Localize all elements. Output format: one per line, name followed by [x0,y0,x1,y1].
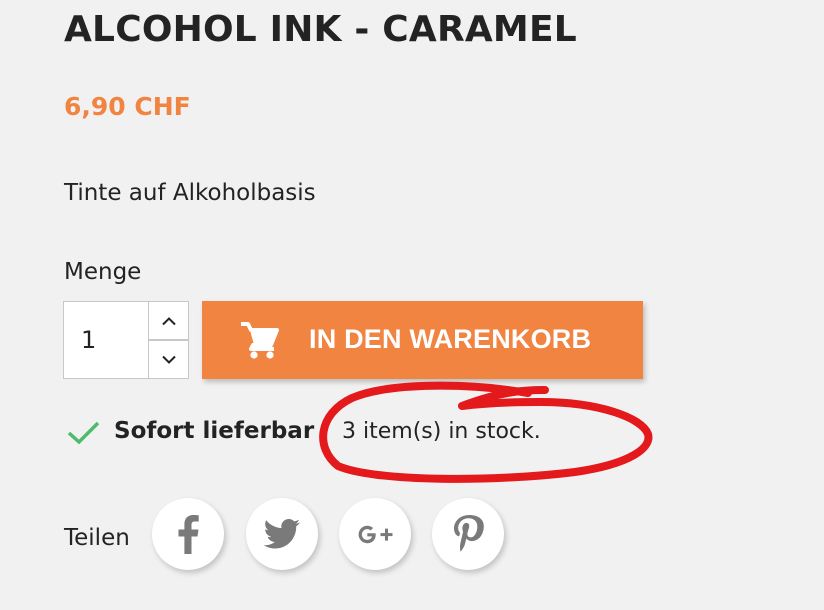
product-title: ALCOHOL INK - CARAMEL [64,9,577,50]
product-short-description: Tinte auf Alkoholbasis [64,180,316,206]
facebook-share-button[interactable] [152,498,224,570]
add-to-cart-label: IN DEN WARENKORB [309,324,592,354]
add-to-cart-button[interactable]: IN DEN WARENKORB [202,301,643,379]
cart-icon [241,322,279,359]
quantity-stepper [148,301,189,379]
chevron-down-icon [161,355,176,364]
quantity-decrease-button[interactable] [148,340,189,379]
quantity-input[interactable] [63,301,149,379]
quantity-increase-button[interactable] [148,301,189,340]
share-label: Teilen [64,525,130,551]
check-icon [67,421,100,445]
availability-status: Sofort lieferbar [114,418,315,444]
twitter-share-button[interactable] [246,498,318,570]
google-plus-icon [358,525,393,544]
quantity-label: Menge [64,259,142,285]
twitter-icon [263,519,300,549]
stock-quantity-text: 3 item(s) in stock. [342,419,541,444]
google-plus-share-button[interactable] [339,498,411,570]
product-price: 6,90 CHF [64,92,191,121]
chevron-up-icon [161,316,176,325]
pinterest-icon [454,515,484,552]
pinterest-share-button[interactable] [432,498,504,570]
facebook-icon [178,515,199,554]
